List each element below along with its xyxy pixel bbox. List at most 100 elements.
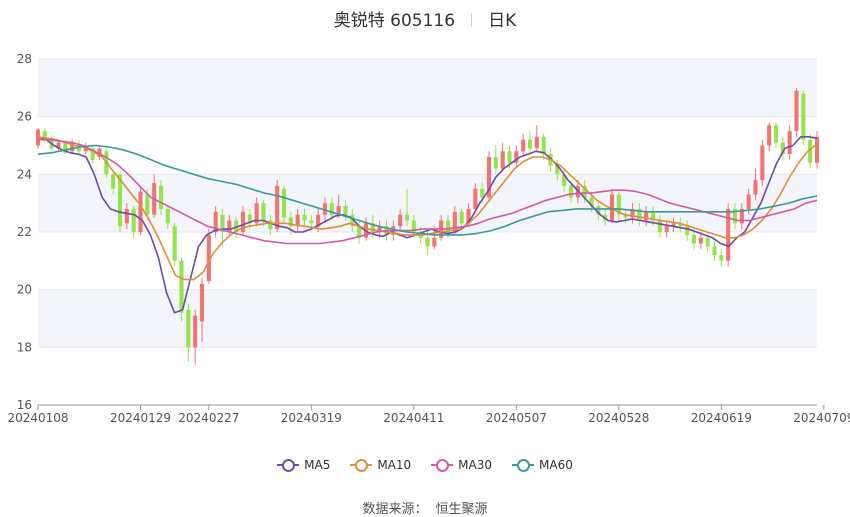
source-label: 数据来源： (362, 502, 428, 517)
legend-item-ma30[interactable]: MA30 (431, 458, 492, 472)
x-tick-label: 20240108 (7, 411, 68, 425)
y-tick-label: 20 (17, 283, 32, 297)
candle (521, 133, 526, 158)
candle-body (773, 125, 779, 143)
y-tick-label: 18 (17, 340, 32, 354)
candle (773, 122, 779, 149)
candle-body (801, 93, 806, 140)
candle-body (398, 214, 403, 227)
candle (719, 249, 724, 267)
candle-body (124, 208, 129, 224)
candle-body (172, 226, 177, 261)
candle-body (814, 136, 820, 163)
data-source: 数据来源： 恒生聚源 (0, 498, 850, 517)
candle-body (459, 211, 464, 224)
candle-body (657, 220, 662, 232)
candle-body (787, 131, 792, 155)
candle (794, 87, 799, 137)
candle (172, 223, 177, 267)
candle-body (719, 255, 724, 261)
candle (787, 125, 792, 160)
legend: MA5 MA10 MA30 MA60 (0, 458, 850, 472)
candle (425, 232, 430, 256)
y-tick-label: 16 (17, 398, 32, 412)
candle-body (309, 220, 314, 224)
legend-item-ma60[interactable]: MA60 (512, 458, 573, 472)
candle (493, 145, 498, 175)
candle-body (281, 188, 287, 218)
legend-label: MA30 (458, 458, 493, 472)
y-tick-label: 24 (17, 167, 32, 181)
candle-body (111, 174, 116, 189)
candle-body (794, 90, 799, 132)
legend-item-ma5[interactable]: MA5 (277, 458, 330, 472)
candle-body (767, 125, 772, 146)
y-axis: 16 18 20 22 24 26 28 (17, 52, 32, 412)
candle-body (473, 188, 478, 209)
candle (131, 206, 136, 238)
source-provider: 恒生聚源 (435, 502, 488, 517)
candle (193, 309, 198, 365)
candle-body (158, 185, 164, 209)
candle-body (165, 208, 170, 224)
candle-body (534, 136, 539, 149)
x-tick-label: 20240411 (383, 411, 444, 425)
y-tick-label: 26 (17, 110, 32, 124)
candle (206, 229, 211, 284)
legend-marker-icon (350, 459, 373, 472)
candle (527, 131, 533, 155)
candle-body (644, 211, 649, 221)
legend-label: MA5 (304, 458, 331, 472)
legend-marker-icon (431, 459, 454, 472)
candle (767, 122, 772, 152)
candle-body (527, 139, 533, 149)
candle-body (432, 237, 437, 247)
candle-body (521, 139, 526, 152)
candle-body (753, 180, 758, 195)
candle (138, 185, 143, 235)
grid-band (38, 59, 817, 117)
candle (726, 203, 731, 267)
candle-body (227, 220, 232, 232)
legend-label: MA10 (377, 458, 412, 472)
candle (35, 128, 41, 149)
x-tick-label: 20240227 (178, 411, 239, 425)
candle-body (179, 260, 184, 313)
candle (186, 304, 191, 362)
candle-body (685, 226, 690, 235)
candle-body (760, 145, 765, 181)
candle-body (726, 208, 731, 261)
candle-body (698, 237, 703, 244)
candle-body (138, 191, 143, 232)
x-tick-label: 20240507 (486, 411, 547, 425)
candle-body (261, 203, 266, 221)
candle-body (493, 157, 498, 169)
candlestick-chart: 16182022242628 20240108 20240129 20240227 2… (7, 52, 850, 425)
candle-body (568, 185, 574, 198)
candle-body (746, 194, 751, 209)
candle-body (705, 237, 710, 247)
candle-body (145, 194, 150, 215)
y-tick-label: 28 (17, 52, 32, 66)
candle (179, 257, 184, 322)
candle-body (664, 226, 669, 232)
legend-item-ma10[interactable]: MA10 (350, 458, 411, 472)
candle-body (302, 214, 307, 221)
x-tick-label: 20240319 (281, 411, 342, 425)
candle (814, 131, 820, 169)
candle-body (691, 234, 697, 244)
candle (534, 125, 539, 152)
grid-band (38, 289, 817, 348)
candle (712, 240, 717, 261)
candle-body (500, 151, 505, 169)
candle (90, 145, 95, 163)
candle-body (425, 237, 430, 247)
x-tick-label: 20240129 (110, 411, 171, 425)
candle-body (199, 283, 205, 322)
legend-label: MA60 (539, 458, 573, 472)
x-axis: 20240108 20240129 20240227 20240319 20240411… (7, 404, 850, 425)
legend-marker-icon (277, 459, 300, 472)
candle (760, 139, 765, 186)
candle-body (712, 246, 717, 256)
candle-body (404, 214, 410, 221)
